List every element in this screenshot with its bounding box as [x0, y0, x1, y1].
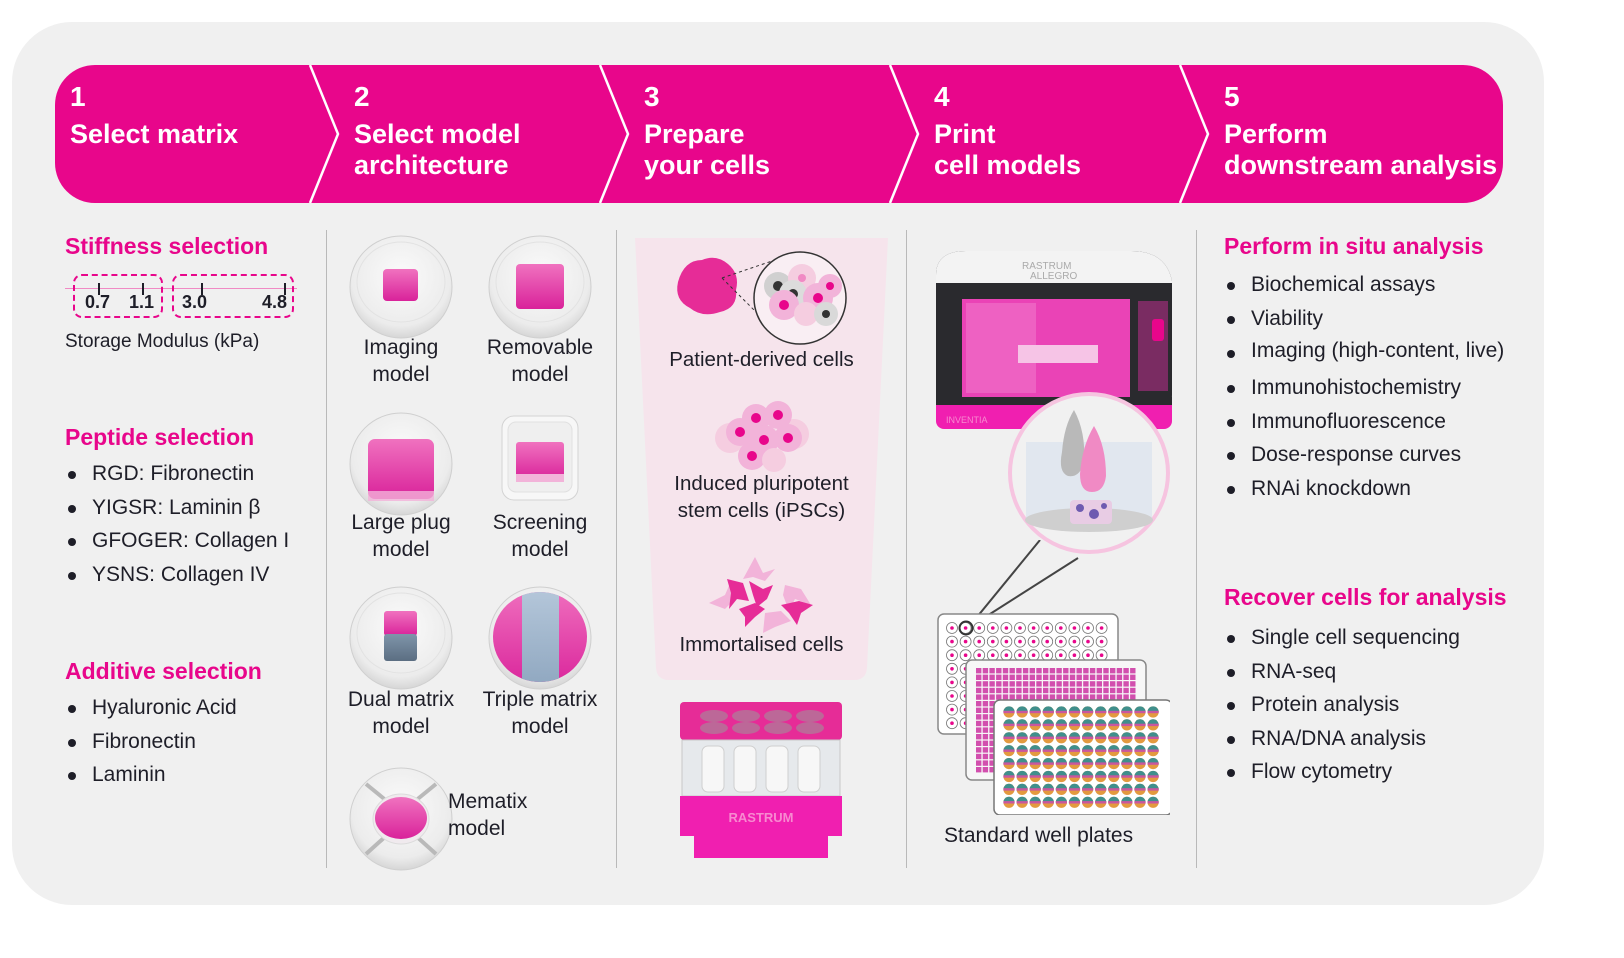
list-item: Flow cytometry [1224, 755, 1460, 789]
cell-type-label: Induced pluripotent stem cells (iPSCs) [674, 472, 849, 522]
peptide-heading: Peptide selection [65, 424, 255, 450]
list-item: Protein analysis [1224, 688, 1460, 722]
list-item: Viability [1224, 302, 1514, 336]
dual-matrix-model-icon [349, 586, 453, 690]
list-item: Dose-response curves [1224, 438, 1514, 472]
list-item: RNAi knockdown [1224, 472, 1514, 506]
patient-derived-cells-icon [677, 251, 847, 345]
cartridge-brand-text: RASTRUM [729, 810, 794, 825]
standard-well-plates-image [937, 613, 1170, 815]
large-plug-model-icon [349, 412, 453, 516]
column-divider [1196, 230, 1197, 868]
well-plates-label: Standard well plates [944, 824, 1134, 847]
imaging-model-icon [349, 235, 453, 339]
list-item: Immunohistochemistry [1224, 371, 1514, 405]
recover-list: Single cell sequencing RNA-seq Protein a… [1224, 621, 1460, 789]
stiffness-value: 0.7 [85, 292, 111, 312]
printer-brand-line2: ALLEGRO [1030, 271, 1077, 282]
list-item: Single cell sequencing [1224, 621, 1460, 655]
step-number: 3 [644, 81, 660, 112]
list-item: RGD: Fibronectin [65, 457, 289, 491]
peptide-list: RGD: Fibronectin YIGSR: Laminin β GFOGER… [65, 457, 289, 591]
model-label: Removable model [486, 336, 594, 386]
model-label: Triple matrix model [482, 688, 598, 738]
screening-model-icon [501, 415, 579, 501]
step-title: Select matrix [70, 119, 239, 149]
model-label: Large plug model [351, 511, 451, 561]
step-title: Perform downstream analysis [1224, 119, 1498, 180]
bioprinting-magnifier-icon [1008, 392, 1170, 554]
mematix-model-icon [349, 767, 453, 871]
list-item: Imaging (high-content, live) [1224, 335, 1514, 371]
step-title: Select model architecture [354, 119, 521, 180]
printer-maker-text: INVENTIA [946, 415, 988, 425]
model-label: Dual matrix model [347, 688, 455, 738]
stiffness-heading: Stiffness selection [65, 233, 269, 259]
stiffness-value: 3.0 [182, 292, 208, 312]
rastrum-cartridge-image: RASTRUM [680, 702, 842, 858]
list-item: Fibronectin [65, 725, 237, 759]
column-divider [326, 230, 327, 868]
list-item: YIGSR: Laminin β [65, 491, 289, 525]
list-item: Immunofluorescence [1224, 405, 1514, 439]
workflow-steps-band: 1 Select matrix 2 Select model architectu… [55, 65, 1503, 203]
list-item: RNA-seq [1224, 655, 1460, 689]
step-number: 2 [354, 81, 370, 112]
stiffness-value: 1.1 [129, 292, 155, 312]
recover-heading: Recover cells for analysis [1224, 584, 1507, 610]
immortalised-cells-icon [709, 557, 813, 633]
in-situ-heading: Perform in situ analysis [1224, 233, 1484, 259]
model-label: Mematix model [448, 790, 528, 840]
cell-type-label: Immortalised cells [679, 633, 844, 656]
column-divider [616, 230, 617, 868]
model-label: Imaging model [363, 336, 439, 386]
column-divider [906, 230, 907, 868]
list-item: Biochemical assays [1224, 268, 1514, 302]
list-item: Laminin [65, 758, 237, 792]
step-title: Print cell models [934, 119, 1082, 180]
cell-type-label: Patient-derived cells [669, 348, 854, 371]
additive-heading: Additive selection [65, 658, 262, 684]
in-situ-list: Biochemical assays Viability Imaging (hi… [1224, 268, 1514, 505]
list-item: Hyaluronic Acid [65, 691, 237, 725]
removable-model-icon [488, 235, 592, 339]
step-number: 1 [70, 81, 86, 112]
additive-list: Hyaluronic Acid Fibronectin Laminin [65, 691, 237, 792]
step-number: 5 [1224, 81, 1240, 112]
model-label: Screening model [492, 511, 588, 561]
list-item: GFOGER: Collagen I [65, 524, 289, 558]
list-item: YSNS: Collagen IV [65, 558, 289, 592]
step-number: 4 [934, 81, 950, 112]
ipsc-cells-icon [715, 401, 809, 472]
stiffness-axis-label: Storage Modulus (kPa) [65, 331, 260, 352]
triple-matrix-model-icon [488, 586, 592, 690]
stiffness-value: 4.8 [262, 292, 288, 312]
list-item: RNA/DNA analysis [1224, 722, 1460, 756]
step-title: Prepare your cells [644, 119, 771, 180]
